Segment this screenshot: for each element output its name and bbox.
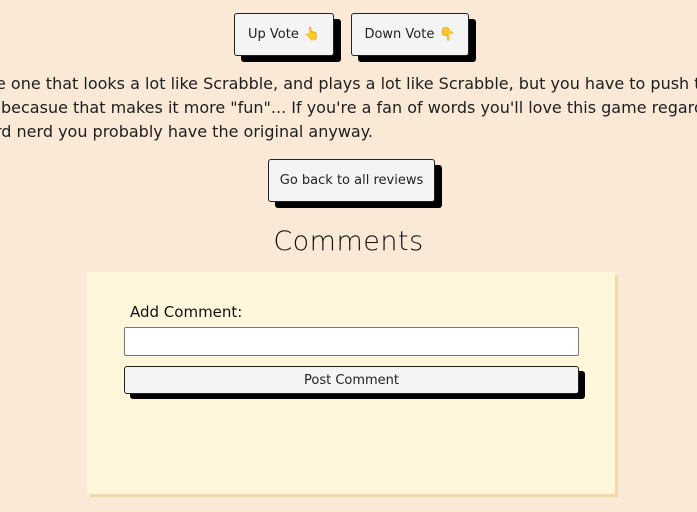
add-comment-label: Add Comment: bbox=[130, 303, 243, 321]
review-line: rd nerd you probably have the original a… bbox=[0, 122, 373, 141]
review-line: e one that looks a lot like Scrabble, an… bbox=[0, 74, 697, 93]
review-body: e one that looks a lot like Scrabble, an… bbox=[0, 72, 697, 144]
up-vote-label: Up Vote bbox=[247, 27, 299, 42]
comment-input[interactable] bbox=[124, 327, 579, 356]
up-vote-button[interactable]: Up Vote 👆 bbox=[234, 13, 334, 56]
post-comment-button[interactable]: Post Comment bbox=[124, 366, 579, 394]
pointing-down-icon: 👇 bbox=[439, 27, 456, 42]
down-vote-label: Down Vote bbox=[364, 27, 435, 42]
comments-heading: Comments bbox=[273, 226, 424, 257]
comment-form: Add Comment: Post Comment bbox=[87, 272, 615, 494]
review-page: Up Vote 👆 Down Vote 👇 e one that looks a l… bbox=[0, 0, 697, 512]
down-vote-button[interactable]: Down Vote 👇 bbox=[351, 13, 469, 56]
review-line: becasue that makes it more "fun"... If y… bbox=[1, 98, 697, 117]
pointing-up-icon: 👆 bbox=[303, 27, 321, 42]
back-to-reviews-button[interactable]: Go back to all reviews bbox=[268, 159, 435, 202]
